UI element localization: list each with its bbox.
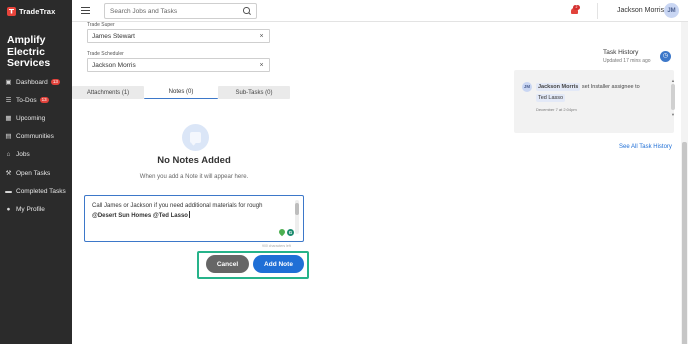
empty-title: No Notes Added — [157, 155, 231, 166]
history-action: set Installer assignee to — [581, 84, 640, 90]
note-draft-text: Call James or Jackson if you need additi… — [92, 203, 263, 209]
avatar[interactable]: JM — [664, 3, 679, 18]
sidebar-item-todos[interactable]: ☰ To-Dos 13 — [0, 91, 72, 109]
hamburger-menu-icon[interactable] — [80, 5, 91, 16]
search-placeholder: Search Jobs and Tasks — [110, 7, 178, 15]
history-line: Jackson Morris set Installer assignee to — [536, 83, 640, 91]
grammarly-icon[interactable]: G — [287, 229, 294, 236]
sidebar-item-label: Completed Tasks — [16, 187, 66, 195]
brand-name: TradeTrax — [19, 6, 56, 16]
home-icon: ⌂ — [6, 151, 11, 159]
tab-sub-tasks[interactable]: Sub-Tasks (0) — [218, 86, 290, 99]
user-icon: ● — [6, 205, 11, 213]
mention-desert-sun-homes: @Desert Sun Homes — [92, 213, 152, 219]
page-scrollbar-thumb[interactable] — [682, 142, 687, 344]
history-scrollbar[interactable] — [671, 84, 675, 110]
sidebar: Amplify Electric Services ▣ Dashboard 13… — [0, 22, 72, 344]
scroll-up-arrow-icon[interactable]: ▲ — [671, 78, 675, 83]
history-avatar: JM — [522, 82, 532, 92]
add-note-button[interactable]: Add Note — [253, 255, 304, 273]
dashboard-icon: ▣ — [5, 78, 12, 86]
note-tools: G — [277, 227, 294, 237]
sidebar-item-completed-tasks[interactable]: ▬ Completed Tasks — [0, 182, 72, 200]
todo-icon: ☰ — [5, 96, 12, 104]
sidebar-item-label: Upcoming — [16, 114, 46, 122]
calendar-icon: ▦ — [5, 114, 12, 122]
dashboard-badge: 13 — [50, 79, 60, 86]
building-icon: ▤ — [5, 133, 12, 141]
top-bar: TradeTrax Search Jobs and Tasks 2 Jackso… — [0, 0, 688, 22]
history-user[interactable]: Jackson Morris — [536, 83, 581, 91]
company-name: Amplify Electric Services — [7, 34, 51, 69]
sidebar-item-upcoming[interactable]: ▦ Upcoming — [0, 109, 72, 127]
truck-icon: ▬ — [5, 187, 12, 195]
trade-super-value: James Stewart — [92, 32, 135, 40]
notification-count: 2 — [573, 5, 580, 10]
empty-subtitle: When you add a Note it will appear here. — [139, 174, 249, 180]
sidebar-item-my-profile[interactable]: ● My Profile — [0, 200, 72, 218]
mention-ted-lasso: @Ted Lasso — [152, 213, 188, 219]
sidebar-item-label: Jobs — [16, 151, 30, 159]
history-assignee[interactable]: Ted Lasso — [536, 94, 566, 102]
note-scrollbar[interactable] — [295, 200, 299, 234]
scroll-down-arrow-icon[interactable]: ▼ — [671, 112, 675, 117]
sidebar-nav: ▣ Dashboard 13 ☰ To-Dos 13 ▦ Upcoming ▤ … — [0, 73, 72, 219]
trade-super-field[interactable]: James Stewart × — [87, 29, 270, 43]
tradetrax-logo-icon — [7, 6, 16, 16]
page-scrollbar[interactable] — [681, 22, 688, 344]
clear-icon[interactable]: × — [258, 62, 265, 69]
brand[interactable]: TradeTrax — [0, 0, 72, 22]
trade-super-label: Trade Super — [87, 22, 115, 28]
text-caret — [188, 211, 190, 218]
sidebar-item-communities[interactable]: ▤ Communities — [0, 128, 72, 146]
trade-scheduler-field[interactable]: Jackson Morris × — [87, 58, 270, 72]
see-all-task-history-link[interactable]: See All Task History — [619, 144, 672, 150]
history-date: December 7 at 2:04pm — [536, 107, 577, 112]
search-input[interactable]: Search Jobs and Tasks — [104, 3, 257, 19]
clear-icon[interactable]: × — [258, 33, 265, 40]
notes-empty-icon — [182, 124, 209, 151]
todos-badge: 13 — [39, 97, 49, 104]
task-history-title: Task History — [603, 49, 639, 56]
sidebar-item-dashboard[interactable]: ▣ Dashboard 13 — [0, 73, 72, 91]
history-entry: JM Jackson Morris set Installer assignee… — [514, 70, 674, 133]
sidebar-item-label: To-Dos — [16, 96, 37, 104]
note-textarea[interactable]: Call James or Jackson if you need additi… — [84, 195, 304, 242]
cancel-button[interactable]: Cancel — [206, 255, 249, 273]
search-icon[interactable] — [243, 7, 251, 15]
notification-bell-icon[interactable]: 2 — [570, 5, 580, 16]
sidebar-item-label: Communities — [16, 133, 54, 141]
main-content: Trade Super James Stewart × Trade Schedu… — [72, 22, 688, 344]
character-counter: 900 characters left — [262, 244, 291, 248]
sidebar-item-label: Dashboard — [16, 78, 48, 86]
tab-bar: Attachments (1) Notes (0) Sub-Tasks (0) — [72, 86, 290, 100]
divider — [597, 3, 598, 19]
tab-attachments[interactable]: Attachments (1) — [72, 86, 144, 99]
sidebar-item-open-tasks[interactable]: ⚒ Open Tasks — [0, 164, 72, 182]
sidebar-item-jobs[interactable]: ⌂ Jobs — [0, 146, 72, 164]
trade-scheduler-label: Trade Scheduler — [87, 51, 124, 57]
history-info-icon[interactable]: ◷ — [660, 51, 671, 62]
sidebar-item-label: My Profile — [16, 205, 45, 213]
sidebar-item-label: Open Tasks — [16, 169, 51, 177]
task-history-updated: Updated 17 mins ago — [603, 58, 651, 64]
wrench-icon: ⚒ — [5, 169, 12, 177]
history-assignee-line: Ted Lasso — [536, 94, 566, 102]
location-pin-icon[interactable] — [277, 227, 287, 237]
trade-scheduler-value: Jackson Morris — [92, 61, 136, 69]
user-name[interactable]: Jackson Morris — [617, 7, 664, 14]
tab-notes[interactable]: Notes (0) — [144, 86, 218, 99]
